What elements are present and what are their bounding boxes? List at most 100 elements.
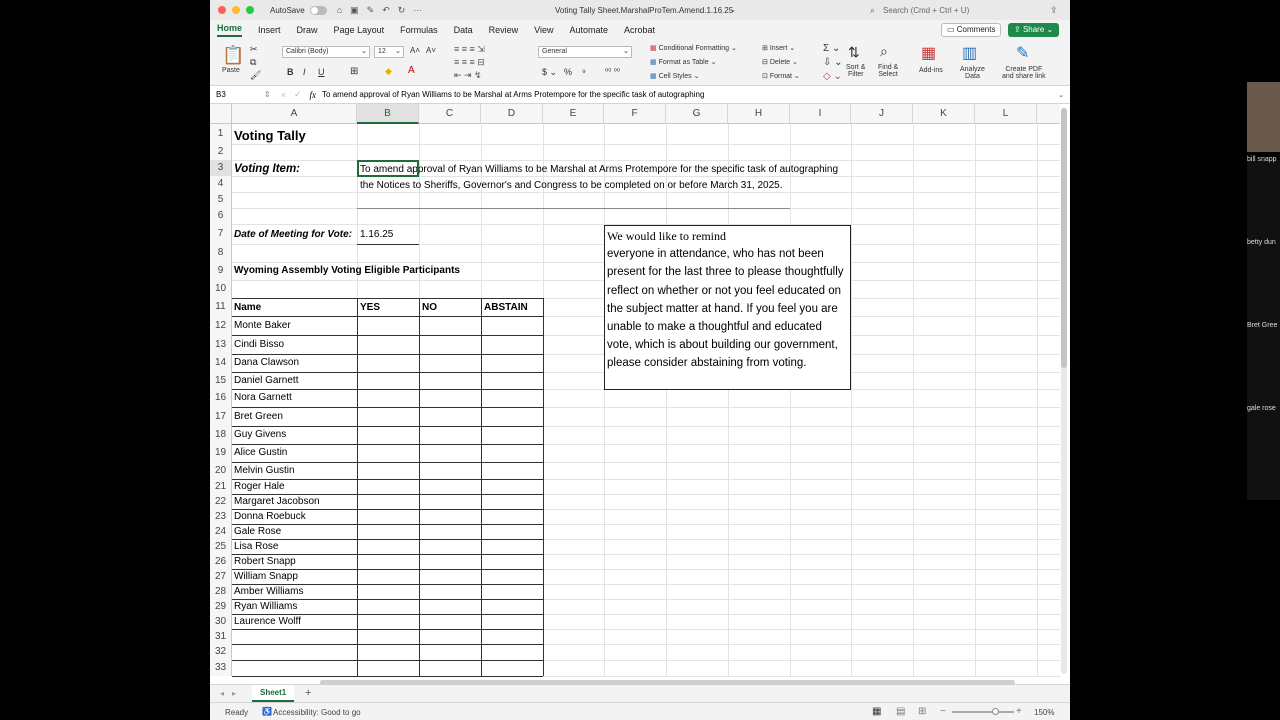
participant-name-cell[interactable]: Ryan Williams xyxy=(232,600,297,614)
date-label[interactable]: Date of Meeting for Vote: xyxy=(232,228,352,242)
column-header[interactable]: E xyxy=(543,104,604,124)
participant-name-cell[interactable]: Monte Baker xyxy=(232,319,291,333)
row-header[interactable]: 23 xyxy=(210,509,232,524)
row-header[interactable]: 3 xyxy=(210,160,232,176)
participant-name-cell[interactable]: Roger Hale xyxy=(232,480,285,494)
reminder-text-box[interactable]: We would like to remind everyone in atte… xyxy=(604,225,851,390)
participant-name-cell[interactable]: Guy Givens xyxy=(232,428,286,442)
column-header[interactable]: G xyxy=(666,104,728,124)
tab-view[interactable]: View xyxy=(534,25,553,35)
sort-filter-icon[interactable]: ⇅ xyxy=(848,44,860,61)
zoom-slider[interactable] xyxy=(952,708,1014,715)
row-header[interactable]: 22 xyxy=(210,494,232,509)
add-sheet-icon[interactable]: + xyxy=(305,687,311,699)
add-ins-icon[interactable]: ▦ xyxy=(921,43,936,63)
comma-icon[interactable]: ⁹ xyxy=(582,67,586,77)
column-header[interactable]: I xyxy=(790,104,851,124)
column-no-header[interactable]: NO xyxy=(420,301,437,315)
vertical-scrollbar-thumb[interactable] xyxy=(1061,108,1067,368)
more-icon[interactable]: ··· xyxy=(413,5,422,15)
close-window-button[interactable] xyxy=(218,6,226,14)
confirm-edit-icon[interactable]: ✓ xyxy=(294,89,302,100)
format-cells-button[interactable]: ⊡ Format ⌄ xyxy=(762,72,800,80)
fill-icon[interactable]: ⇩ ⌄ xyxy=(823,57,843,68)
participant-name-cell[interactable]: Daniel Garnett xyxy=(232,374,298,388)
find-select-icon[interactable]: ⌕ xyxy=(880,43,888,60)
decrease-font-icon[interactable]: A˅ xyxy=(426,46,436,55)
participants-heading[interactable]: Wyoming Assembly Voting Eligible Partici… xyxy=(232,264,460,278)
clear-icon[interactable]: ◇ ⌄ xyxy=(823,71,842,82)
tab-page-layout[interactable]: Page Layout xyxy=(334,25,385,35)
name-box[interactable]: B3 xyxy=(216,90,264,99)
next-sheet-icon[interactable]: ▸ xyxy=(232,689,236,698)
tab-acrobat[interactable]: Acrobat xyxy=(624,25,655,35)
percent-icon[interactable]: % xyxy=(564,67,572,77)
participant-name-cell[interactable]: Bret Green xyxy=(232,410,283,424)
minimize-window-button[interactable] xyxy=(232,6,240,14)
share-icon[interactable]: ⇪ xyxy=(1050,5,1058,16)
row-header[interactable]: 24 xyxy=(210,524,232,539)
participant-name-cell[interactable]: Nora Garnett xyxy=(232,391,292,405)
column-name-header[interactable]: Name xyxy=(232,301,261,315)
row-header[interactable]: 21 xyxy=(210,479,232,494)
expand-formula-bar-icon[interactable]: ⌄ xyxy=(1058,91,1064,99)
accessibility-icon[interactable]: ♿ xyxy=(262,707,272,716)
vertical-scrollbar[interactable] xyxy=(1061,108,1067,674)
create-pdf-label[interactable]: Create PDF and share link xyxy=(1002,66,1046,80)
fx-icon[interactable]: fx xyxy=(310,90,317,100)
participant-name-cell[interactable]: Dana Clawson xyxy=(232,356,299,370)
format-painter-icon[interactable]: 🖌 xyxy=(250,70,261,81)
row-header[interactable]: 9 xyxy=(210,262,232,280)
share-button[interactable]: ⇪ Share ⌄ xyxy=(1008,23,1060,37)
voting-item-label[interactable]: Voting Item: xyxy=(232,162,300,176)
delete-cells-button[interactable]: ⊟ Delete ⌄ xyxy=(762,58,798,66)
row-header[interactable]: 12 xyxy=(210,316,232,335)
autosum-icon[interactable]: Σ ⌄ xyxy=(823,43,840,54)
analyze-data-icon[interactable]: ▥ xyxy=(962,43,977,63)
participant-name-cell[interactable]: Alice Gustin xyxy=(232,446,287,460)
horizontal-scrollbar[interactable] xyxy=(320,680,1015,685)
participant-name-cell[interactable]: Robert Snapp xyxy=(232,555,296,569)
insert-cells-button[interactable]: ⊞ Insert ⌄ xyxy=(762,44,795,52)
zoom-in-icon[interactable]: + xyxy=(1016,706,1022,717)
column-yes-header[interactable]: YES xyxy=(358,301,380,315)
tab-draw[interactable]: Draw xyxy=(297,25,318,35)
column-header[interactable]: B xyxy=(357,104,419,124)
tab-automate[interactable]: Automate xyxy=(570,25,609,35)
paste-icon[interactable]: 📋 xyxy=(222,45,244,66)
column-header[interactable]: A xyxy=(232,104,357,124)
date-value[interactable]: 1.16.25 xyxy=(358,228,393,242)
participant-name-cell[interactable]: Lisa Rose xyxy=(232,540,278,554)
row-header[interactable]: 5 xyxy=(210,192,232,208)
row-header[interactable]: 20 xyxy=(210,462,232,479)
participant-name-cell[interactable]: Laurence Wolff xyxy=(232,615,301,629)
bold-button[interactable]: B xyxy=(287,67,294,77)
home-icon[interactable]: ⌂ xyxy=(337,5,342,15)
zoom-slider-thumb[interactable] xyxy=(992,708,999,715)
row-header[interactable]: 6 xyxy=(210,208,232,224)
decimal-icons[interactable]: ⁰⁰ ⁰⁰ xyxy=(605,67,620,76)
row-header[interactable]: 29 xyxy=(210,599,232,614)
search-input[interactable]: Search (Cmd + Ctrl + U) xyxy=(883,6,969,15)
underline-button[interactable]: U xyxy=(318,67,325,77)
row-header[interactable]: 32 xyxy=(210,644,232,660)
sheet-title[interactable]: Voting Tally xyxy=(232,128,306,144)
name-box-stepper-icon[interactable]: ⇕ xyxy=(264,90,271,99)
participant-name-cell[interactable]: Margaret Jacobson xyxy=(232,495,320,509)
participant-name-cell[interactable]: Melvin Gustin xyxy=(232,464,295,478)
increase-font-icon[interactable]: A˄ xyxy=(410,46,420,55)
undo-icon[interactable]: ↶ xyxy=(382,5,390,16)
row-header[interactable]: 26 xyxy=(210,554,232,569)
find-select-label[interactable]: Find & Select xyxy=(878,64,898,78)
font-size-select[interactable]: 12 ⌄ xyxy=(374,46,404,58)
conditional-formatting-button[interactable]: ▦ Conditional Formatting ⌄ xyxy=(650,44,737,52)
autosave-toggle[interactable] xyxy=(309,5,327,15)
tab-insert[interactable]: Insert xyxy=(258,25,281,35)
row-header[interactable]: 4 xyxy=(210,176,232,192)
currency-icon[interactable]: $ ⌄ xyxy=(542,67,557,78)
font-color-icon[interactable]: A xyxy=(408,65,415,76)
column-header[interactable]: H xyxy=(728,104,790,124)
column-header[interactable]: K xyxy=(913,104,975,124)
participant-name-cell[interactable]: Donna Roebuck xyxy=(232,510,306,524)
analyze-data-label[interactable]: Analyze Data xyxy=(960,66,985,80)
